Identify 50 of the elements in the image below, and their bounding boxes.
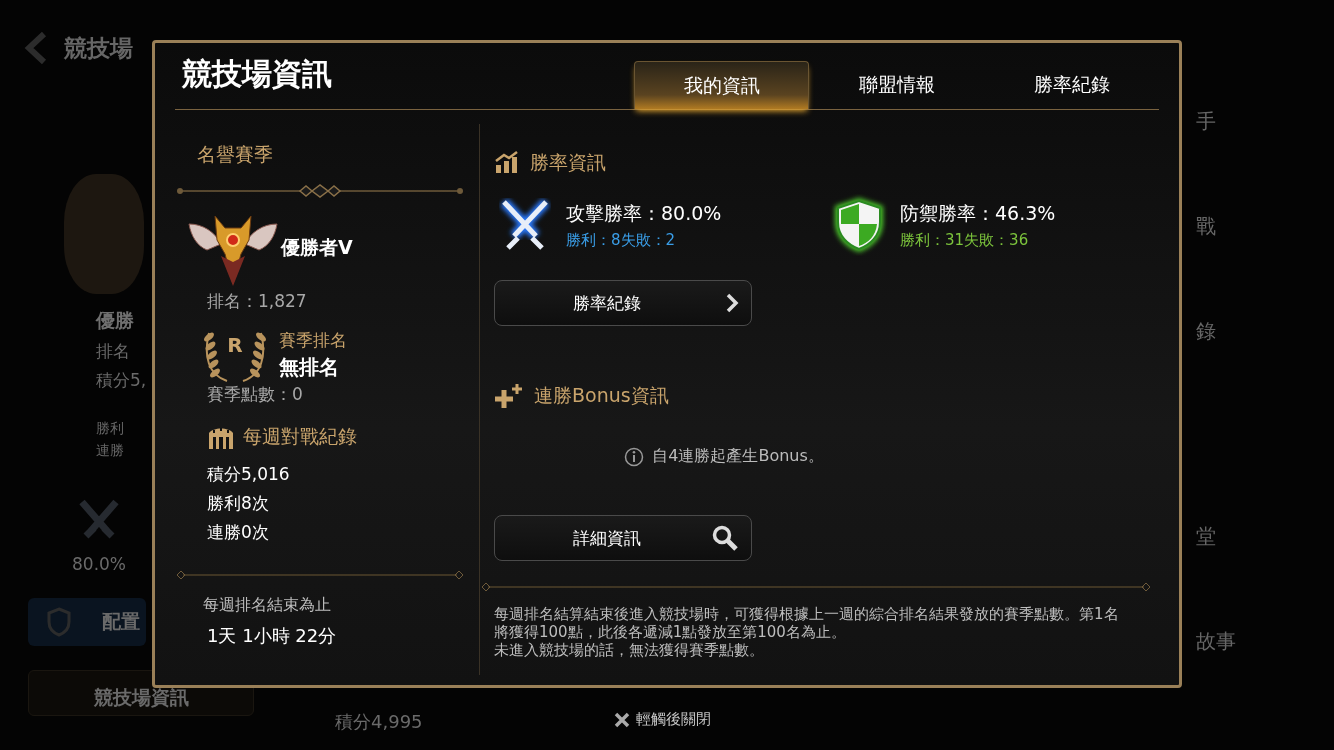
season-points-text: 賽季點數：0 [207,383,304,406]
tier-name: 優勝者V [281,235,353,260]
section-heading: 每週對戰紀錄 [243,424,357,449]
screen-title: 競技場 [64,33,133,63]
tab[interactable]: 我的資訊 [634,61,809,109]
info-icon [624,446,645,467]
rank-text: 排名：1,827 [207,290,308,313]
close-hint[interactable]: 輕觸後關閉 [614,710,711,729]
shield-icon [46,607,72,637]
record-text: 勝利：31失敗：36 [900,230,1030,250]
section-heading: 連勝Bonus資訊 [534,383,669,408]
menu-item[interactable]: 戰 [1196,213,1334,240]
win-rate-text: 80.0% [72,554,126,574]
score-text: 積分5, [96,369,147,392]
record-text: 連勝 [96,442,124,460]
deadline-label: 每週排名結束為止 [203,595,332,616]
weekly-stat-text: 連勝0次 [207,521,270,544]
weekly-stat-text: 勝利8次 [207,492,270,515]
win-rate-title: 防禦勝率：46.3% [900,200,1056,226]
colosseum-icon [207,425,235,449]
notice-text: 每週排名結算結束後進入競技場時，可獲得根據上一週的綜合排名結果發放的賽季點數。第1名將獲得100點，此後各遞減1點發放至第100名為止。 [494,605,1120,641]
chart-icon [494,151,520,175]
menu-item[interactable]: 錄 [1196,318,1334,345]
close-icon[interactable] [614,711,630,728]
season-rank-value: 無排名 [279,354,340,381]
deadline-value: 1天 1小時 22分 [207,624,338,648]
menu-item[interactable]: 故事 [1196,628,1334,655]
section-heading: 名譽賽季 [197,142,274,167]
tab[interactable]: 勝率紀錄 [984,61,1159,109]
score-text: 積分4,995 [335,710,423,734]
notice-text: 未進入競技場的話，無法獲得賽季點數。 [494,641,765,659]
weekly-stat-text: 積分5,016 [207,463,291,486]
sparkle-plus-icon [494,382,524,410]
details-button[interactable]: 詳細資訊 [494,515,752,561]
win-rate-title: 攻擊勝率：80.0% [566,200,722,226]
record-text: 勝利 [96,420,124,438]
chevron-icon [725,293,739,313]
rank-label: 排名 [96,340,130,363]
section-heading: 勝率資訊 [530,150,606,175]
season-rank-label: 賽季排名 [279,329,347,352]
close-hint-text[interactable]: 輕觸後關閉 [636,710,711,729]
search-icon [711,524,739,552]
tab[interactable]: 聯盟情報 [809,61,984,109]
win-record-button[interactable]: 勝率紀錄 [494,280,752,326]
dialog-title: 競技場資訊 [182,54,333,93]
record-text: 勝利：8失敗：2 [566,230,677,250]
menu-item[interactable]: 堂 [1196,523,1334,550]
menu-item[interactable]: 手 [1196,108,1334,135]
tier-name: 優勝 [96,308,134,333]
bonus-info-text: 自4連勝起產生Bonus。 [652,446,824,467]
